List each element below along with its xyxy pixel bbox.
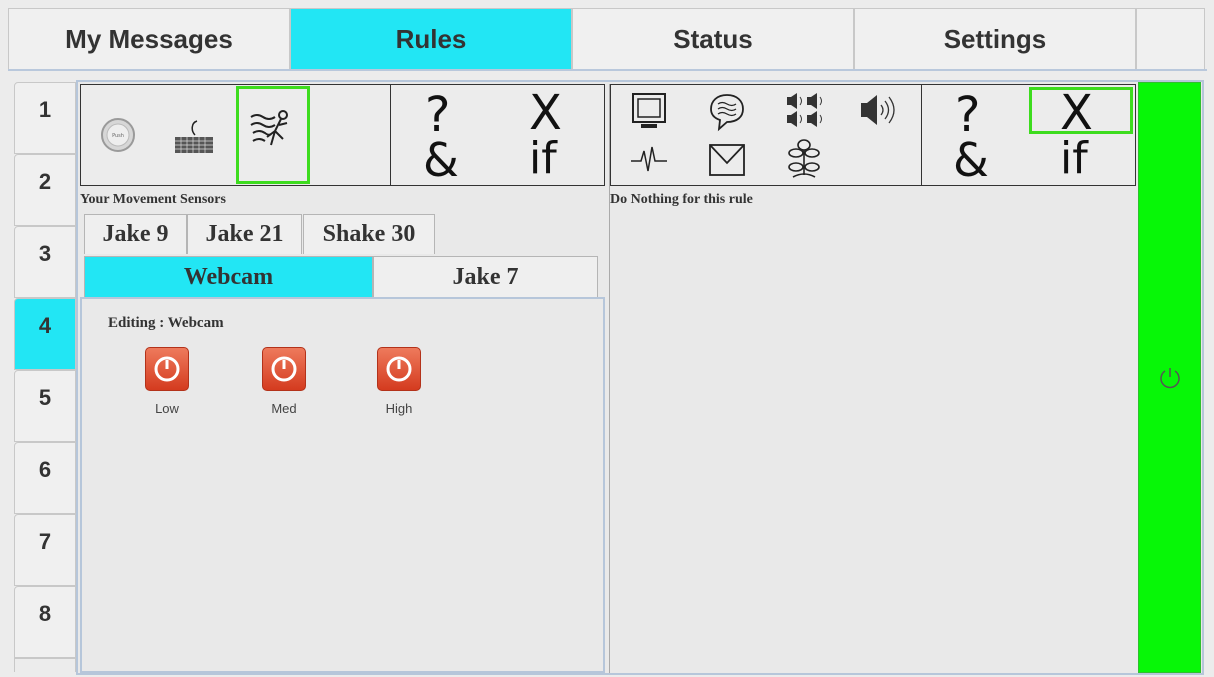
keyboard-icon[interactable]	[173, 117, 217, 161]
sensor-tab-jake-9[interactable]: Jake 9	[84, 214, 187, 254]
push-button-icon[interactable]: Push	[95, 111, 145, 161]
high-label: High	[385, 401, 413, 416]
rule-tab-8[interactable]: 8	[14, 586, 76, 658]
action-panel: ? & X if Do Nothing for this rule	[609, 84, 1136, 673]
rule-tab-1[interactable]: 1	[14, 82, 76, 154]
med-power-button[interactable]	[262, 347, 306, 391]
envelope-icon[interactable]	[707, 141, 747, 181]
rule-tab-3[interactable]: 3	[14, 226, 76, 298]
tab-rules[interactable]: Rules	[290, 8, 572, 70]
and-icon[interactable]: &	[953, 133, 989, 187]
sensor-tab-jake-7[interactable]: Jake 7	[373, 256, 598, 297]
if-icon[interactable]: if	[1060, 133, 1088, 184]
action-caption: Do Nothing for this rule	[610, 192, 753, 207]
rule-number-tabs: 1 2 3 4 5 6 7 8	[14, 82, 76, 672]
icon-bar-divider	[390, 85, 391, 185]
sensor-editor: Editing : Webcam Low Med High	[80, 297, 605, 673]
monitor-icon[interactable]	[629, 91, 669, 133]
low-label: Low	[155, 401, 179, 416]
editing-label: Editing : Webcam	[108, 315, 224, 331]
rule-tab-2[interactable]: 2	[14, 154, 76, 226]
action-icon-bar: ? & X if	[610, 84, 1136, 187]
tab-status[interactable]: Status	[572, 8, 854, 70]
trigger-icon-bar: Push ? & X if	[80, 84, 605, 187]
trigger-panel: Push ? & X if Your Movement Sensors Jake…	[80, 84, 605, 673]
speech-bubble-icon[interactable]	[707, 91, 747, 133]
selected-sensor-highlight	[236, 86, 310, 184]
speakers-icon[interactable]	[783, 91, 829, 133]
tab-my-messages[interactable]: My Messages	[8, 8, 290, 70]
rule-tab-7[interactable]: 7	[14, 514, 76, 586]
and-icon[interactable]: &	[423, 133, 459, 187]
selected-not-highlight	[1029, 87, 1133, 134]
sensors-caption: Your Movement Sensors	[80, 192, 226, 207]
rule-tab-6[interactable]: 6	[14, 442, 76, 514]
low-power-button[interactable]	[145, 347, 189, 391]
tab-bar-underline	[8, 69, 1207, 71]
tab-bar-filler	[1136, 8, 1205, 70]
power-icon	[271, 356, 297, 382]
med-label: Med	[271, 401, 297, 416]
top-tab-bar: My Messages Rules Status Settings	[8, 8, 1207, 70]
volume-icon[interactable]	[857, 91, 903, 133]
sensor-tab-webcam[interactable]: Webcam	[84, 256, 373, 297]
icon-bar-divider	[921, 85, 922, 185]
svg-text:Push: Push	[112, 133, 124, 139]
power-icon	[386, 356, 412, 382]
plant-icon[interactable]	[783, 137, 825, 183]
rule-tabs-end	[14, 658, 76, 672]
if-icon[interactable]: if	[529, 133, 557, 184]
rule-tab-4[interactable]: 4	[14, 298, 76, 370]
power-icon	[1159, 367, 1180, 388]
rule-power-toggle[interactable]	[1138, 82, 1201, 673]
tab-settings[interactable]: Settings	[854, 8, 1136, 70]
high-power-button[interactable]	[377, 347, 421, 391]
sensor-tab-jake-21[interactable]: Jake 21	[187, 214, 302, 254]
power-icon	[154, 356, 180, 382]
sensor-tab-shake-30[interactable]: Shake 30	[303, 214, 435, 254]
pulse-icon[interactable]	[629, 139, 669, 179]
rule-tab-5[interactable]: 5	[14, 370, 76, 442]
